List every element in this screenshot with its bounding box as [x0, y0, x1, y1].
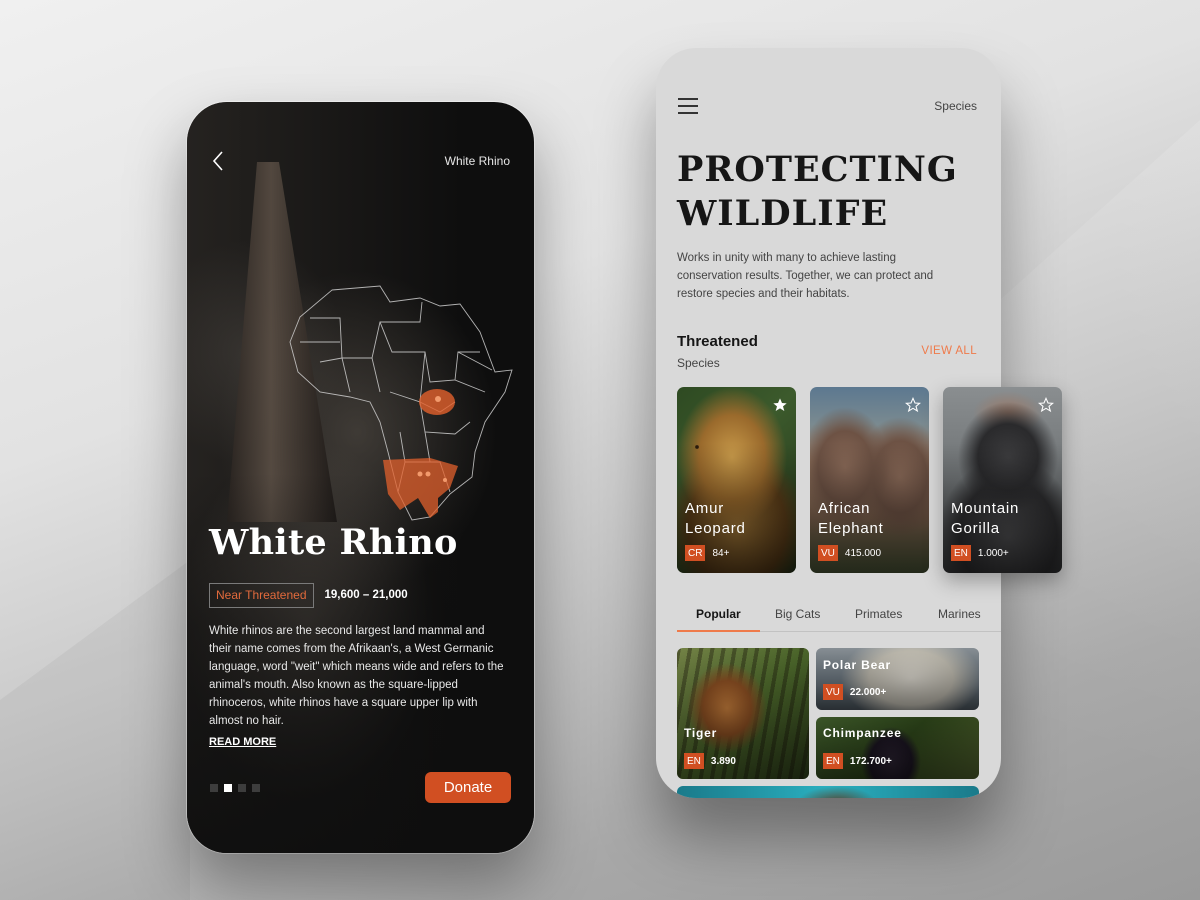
status-tag: VU [823, 684, 843, 700]
popular-card-tiger[interactable]: Tiger EN 3.890 [677, 648, 809, 779]
card-meta: EN 3.890 [684, 753, 736, 769]
status-tag: VU [818, 545, 838, 561]
star-outline-icon[interactable] [1038, 397, 1054, 413]
africa-range-map [289, 285, 513, 521]
status-tag: EN [823, 753, 843, 769]
population-count: 1.000+ [977, 547, 1009, 559]
range-highlight-east [419, 389, 455, 415]
tab-popular[interactable]: Popular [696, 607, 741, 621]
border-line [310, 301, 423, 359]
species-card-african-elephant[interactable]: African Elephant VU 415.000 [810, 387, 929, 573]
hero-title-line1: PROTECTING [677, 149, 958, 190]
species-nav-link[interactable]: Species [934, 99, 977, 113]
page-indicator [210, 784, 260, 792]
read-more-link[interactable]: READ MORE [209, 736, 276, 748]
detail-header: White Rhino [187, 146, 534, 176]
tab-big-cats[interactable]: Big Cats [775, 607, 820, 621]
chevron-left-icon[interactable] [211, 150, 225, 172]
category-tabs: Popular Big Cats Primates Marines [677, 603, 1001, 633]
population-count: 415.000 [844, 547, 882, 559]
card-species-name: Tiger [684, 726, 718, 740]
species-name: White Rhino [209, 522, 458, 563]
star-filled-icon[interactable] [772, 397, 788, 413]
hero-title: PROTECTING WILDLIFE [677, 148, 958, 236]
star-outline-icon[interactable] [905, 397, 921, 413]
species-card-amur-leopard[interactable]: Amur Leopard CR 84+ [677, 387, 796, 573]
donate-button[interactable]: Donate [425, 772, 511, 803]
header-title: White Rhino [444, 154, 510, 168]
species-card-mountain-gorilla[interactable]: Mountain Gorilla EN 1.000+ [943, 387, 1062, 573]
range-dot [425, 471, 431, 477]
popular-card-sea-turtle[interactable] [677, 786, 979, 798]
popular-card-polar-bear[interactable]: Polar Bear VU 22.000+ [816, 648, 979, 710]
card-species-name: African Elephant [818, 500, 884, 537]
status-tag: EN [951, 545, 971, 561]
pager-dot-active[interactable] [224, 784, 232, 792]
tab-primates[interactable]: Primates [855, 607, 902, 621]
pager-dot[interactable] [252, 784, 260, 792]
card-meta: EN 1.000+ [951, 545, 1009, 561]
tab-marines[interactable]: Marines [938, 607, 981, 621]
pager-dot[interactable] [210, 784, 218, 792]
card-species-name: Mountain Gorilla [951, 500, 1020, 537]
range-dot [435, 396, 441, 402]
card-species-name: Chimpanzee [823, 726, 902, 740]
species-detail-screen: White Rhino White Rhino Near Threatened … [187, 102, 534, 853]
popular-card-chimpanzee[interactable]: Chimpanzee EN 172.700+ [816, 717, 979, 779]
range-dot [443, 478, 447, 482]
card-species-name: Polar Bear [823, 658, 892, 672]
population-count: 84+ [712, 547, 730, 559]
card-species-name: Amur Leopard [685, 500, 746, 537]
status-tag: CR [685, 545, 706, 561]
population-count: 3.890 [710, 755, 736, 767]
status-tag: EN [684, 753, 704, 769]
species-description: White rhinos are the second largest land… [209, 625, 504, 727]
population-count: 22.000+ [849, 686, 887, 698]
active-tab-indicator [677, 630, 760, 632]
range-dot [417, 471, 423, 477]
population-range: 19,600 – 21,000 [324, 589, 408, 601]
status-row: Near Threatened 19,600 – 21,000 [209, 582, 408, 608]
border-line [379, 321, 480, 383]
hero-subtitle: Works in unity with many to achieve last… [677, 252, 934, 300]
threatened-section-subtitle: Species [677, 356, 720, 370]
threatened-section-title: Threatened [677, 333, 758, 350]
card-meta: VU 22.000+ [823, 684, 886, 700]
border-line [300, 341, 493, 393]
conservation-status-badge: Near Threatened [209, 582, 314, 608]
hamburger-menu-icon[interactable] [678, 98, 698, 114]
card-meta: VU 415.000 [818, 545, 881, 561]
card-meta: EN 172.700+ [823, 753, 892, 769]
range-highlight-south [383, 458, 458, 518]
view-all-link[interactable]: VIEW ALL [921, 345, 977, 357]
population-count: 172.700+ [849, 755, 892, 767]
pager-dot[interactable] [238, 784, 246, 792]
card-meta: CR 84+ [685, 545, 729, 561]
hero-title-line2: WILDLIFE [677, 193, 889, 234]
